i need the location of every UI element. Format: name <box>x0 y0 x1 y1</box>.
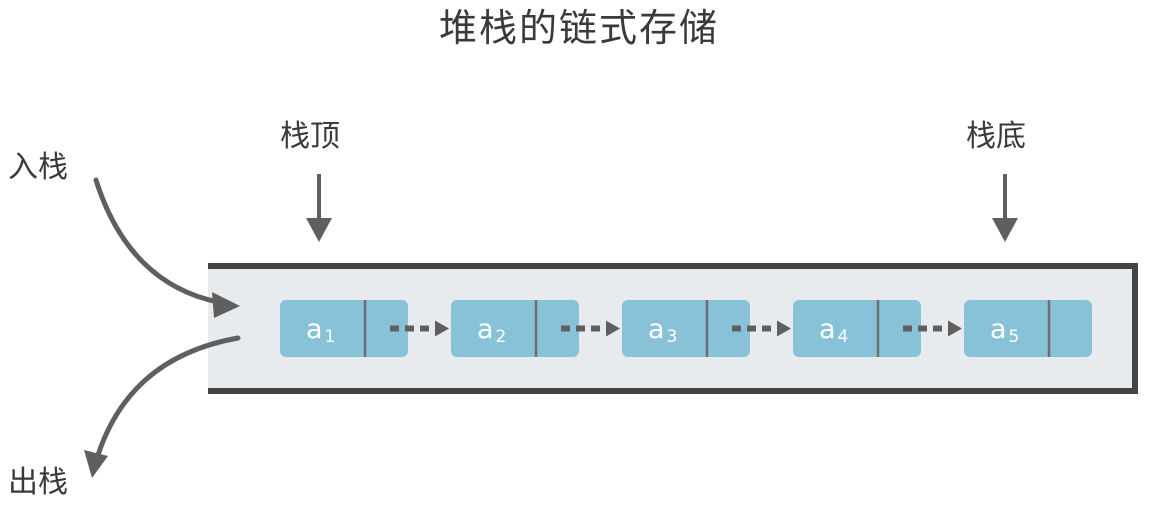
stack-diagram: a1 a2 a3 a4 a5 <box>84 174 1138 478</box>
stack-node: a3 <box>622 300 750 357</box>
stack-node: a5 <box>964 300 1092 357</box>
node-box <box>451 300 579 357</box>
linked-nodes: a1 a2 a3 a4 a5 <box>280 300 1092 357</box>
node-box <box>793 300 921 357</box>
stack-bottom-arrow <box>992 174 1018 242</box>
stack-node: a2 <box>451 300 579 357</box>
node-box <box>964 300 1092 357</box>
push-arrow <box>93 177 240 318</box>
stack-node: a1 <box>280 300 408 357</box>
node-box <box>280 300 408 357</box>
stack-top-arrow <box>306 174 332 242</box>
node-box <box>622 300 750 357</box>
stack-node: a4 <box>793 300 921 357</box>
